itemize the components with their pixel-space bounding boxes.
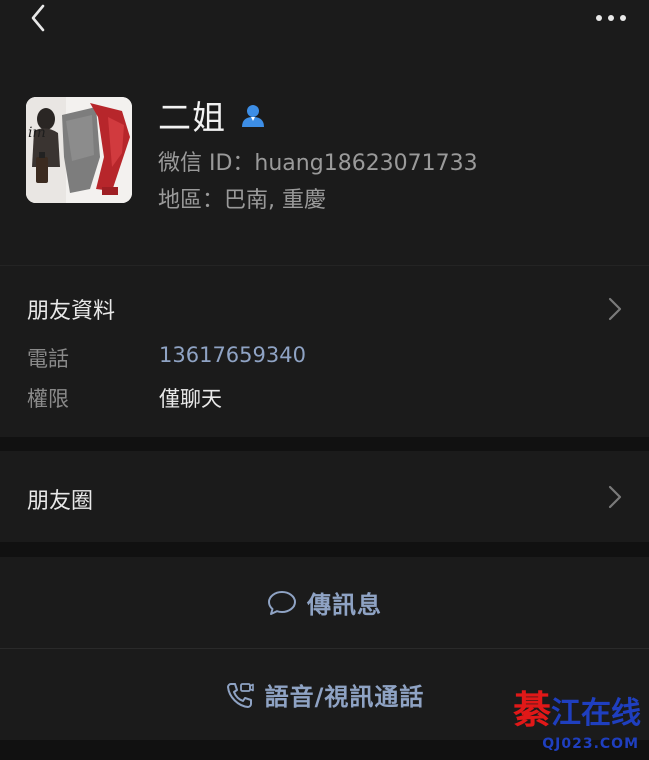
chevron-right-icon xyxy=(608,485,622,509)
avatar[interactable]: im xyxy=(26,97,132,203)
back-chevron-icon xyxy=(31,4,45,32)
chevron-right-icon xyxy=(608,297,622,321)
name-row: 二姐 xyxy=(158,94,266,137)
message-bubble-icon xyxy=(267,588,297,618)
more-button[interactable] xyxy=(591,4,631,32)
contact-profile-page: im 二姐 微信 ID：huang18623071733 地區：巴南, 重慶 朋… xyxy=(0,0,649,760)
phone-video-call-icon xyxy=(225,680,255,710)
top-bar xyxy=(0,0,649,60)
profile-header: im 二姐 微信 ID：huang18623071733 地區：巴南, 重慶 xyxy=(0,60,649,265)
send-message-label: 傳訊息 xyxy=(307,591,382,619)
back-button[interactable] xyxy=(20,0,56,36)
watermark-first-char: 綦 xyxy=(512,687,551,732)
voice-video-call-label: 語音/視訊通話 xyxy=(264,683,425,711)
phone-number[interactable]: 13617659340 xyxy=(159,343,306,367)
permission-value: 僅聊天 xyxy=(159,387,222,411)
moments-label: 朋友圈 xyxy=(27,489,94,514)
region: 地區：巴南, 重慶 xyxy=(158,188,326,213)
watermark-logo: 綦江在线 xyxy=(513,679,641,734)
friend-info-title: 朋友資料 xyxy=(27,299,116,324)
watermark-rest: 江在线 xyxy=(551,696,641,731)
contact-person-icon xyxy=(240,102,266,128)
send-message-button[interactable]: 傳訊息 xyxy=(0,557,649,648)
wechat-id: 微信 ID：huang18623071733 xyxy=(158,151,478,176)
friend-info-section[interactable]: 朋友資料 電話 13617659340 權限 僅聊天 xyxy=(0,265,649,437)
moments-row[interactable]: 朋友圈 xyxy=(0,451,649,542)
permission-label: 權限 xyxy=(27,387,69,411)
more-dots-icon xyxy=(596,15,626,21)
contact-name: 二姐 xyxy=(158,98,226,137)
phone-label: 電話 xyxy=(27,347,69,371)
avatar-photo: im xyxy=(26,97,132,203)
svg-text:im: im xyxy=(28,125,46,141)
watermark-domain: QJ023.COM xyxy=(542,736,639,752)
